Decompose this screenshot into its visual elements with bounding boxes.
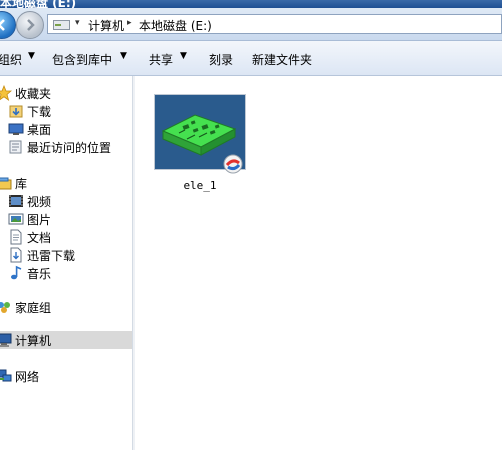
share-button[interactable]: 共享 (149, 51, 173, 68)
sidebar-label: 家庭组 (15, 301, 52, 315)
organize-button[interactable]: 组织 (0, 51, 22, 68)
chevron-down-icon[interactable]: ▾ (75, 18, 80, 28)
navigation-pane: 收藏夹 下载 桌面 最近访问的位置 库 视频 图片 文档 迅雷下载 音乐 家庭组… (0, 76, 132, 450)
back-button[interactable] (0, 11, 16, 39)
download-folder-icon (9, 105, 23, 118)
chevron-down-icon: ▼ (180, 51, 187, 61)
sidebar-item-videos[interactable]: 视频 (8, 192, 128, 210)
sidebar-label: 计算机 (15, 334, 52, 348)
command-bar: 组织 ▼ 包含到库中 ▼ 共享 ▼ 刻录 新建文件夹 (0, 41, 502, 76)
sidebar-label: 网络 (15, 370, 40, 384)
sidebar-label: 迅雷下载 (27, 249, 76, 263)
sidebar-label: 桌面 (27, 123, 52, 137)
sidebar-item-libraries[interactable]: 库 (0, 174, 126, 192)
chevron-right-icon[interactable]: ▸ (127, 18, 132, 28)
forward-button[interactable] (16, 11, 44, 39)
sidebar-item-documents[interactable]: 文档 (8, 228, 128, 246)
app-badge-icon (223, 154, 243, 174)
sidebar-item-network[interactable]: 网络 (0, 367, 126, 385)
sidebar-item-downloads[interactable]: 下载 (8, 102, 128, 120)
sidebar-item-favorites[interactable]: 收藏夹 (0, 84, 126, 102)
music-note-icon (11, 265, 22, 280)
sidebar-item-desktop[interactable]: 桌面 (8, 120, 128, 138)
network-icon (0, 369, 12, 382)
window-title: 本地磁盘 (E:) (0, 0, 77, 8)
file-list: ele_1 (135, 76, 502, 450)
sidebar-item-music[interactable]: 音乐 (8, 264, 128, 282)
sidebar-label: 下载 (27, 105, 52, 119)
sidebar-item-recent-places[interactable]: 最近访问的位置 (8, 138, 132, 156)
recent-places-icon (9, 140, 22, 154)
sidebar-item-thunder-downloads[interactable]: 迅雷下载 (8, 246, 128, 264)
include-in-library-button[interactable]: 包含到库中 (52, 51, 112, 68)
address-bar[interactable]: ▾ 计算机 ▸ 本地磁盘 (E:) (47, 14, 502, 34)
star-icon (0, 85, 12, 101)
document-icon (10, 229, 22, 245)
library-icon (0, 177, 12, 190)
sidebar-label: 文档 (27, 231, 52, 245)
download-library-icon (10, 247, 22, 263)
sidebar-item-homegroup[interactable]: 家庭组 (0, 298, 126, 316)
sidebar-label: 视频 (27, 195, 52, 209)
picture-icon (8, 213, 24, 225)
homegroup-icon (0, 302, 10, 313)
sidebar-label: 收藏夹 (15, 87, 52, 101)
sidebar-item-pictures[interactable]: 图片 (8, 210, 128, 228)
sidebar-label: 最近访问的位置 (27, 141, 112, 155)
drive-icon (53, 20, 70, 30)
title-bar: 本地磁盘 (E:) (0, 0, 502, 8)
burn-button[interactable]: 刻录 (209, 51, 233, 68)
computer-icon (0, 333, 12, 347)
sidebar-label: 图片 (27, 213, 52, 227)
file-name[interactable]: ele_1 (155, 179, 245, 192)
new-folder-button[interactable]: 新建文件夹 (252, 51, 312, 68)
address-row: ▾ 计算机 ▸ 本地磁盘 (E:) (0, 8, 502, 41)
sidebar-item-computer[interactable]: 计算机 (0, 331, 132, 349)
arrow-left-icon (0, 19, 5, 31)
sidebar-label: 音乐 (27, 267, 52, 281)
arrow-right-icon (27, 19, 35, 31)
sidebar-label: 库 (15, 177, 28, 191)
breadcrumb-computer[interactable]: 计算机 (88, 17, 124, 34)
desktop-icon (8, 123, 24, 135)
breadcrumb-drive[interactable]: 本地磁盘 (E:) (139, 17, 212, 34)
chevron-down-icon: ▼ (120, 51, 127, 61)
video-icon (9, 195, 23, 207)
chevron-down-icon: ▼ (28, 51, 35, 61)
